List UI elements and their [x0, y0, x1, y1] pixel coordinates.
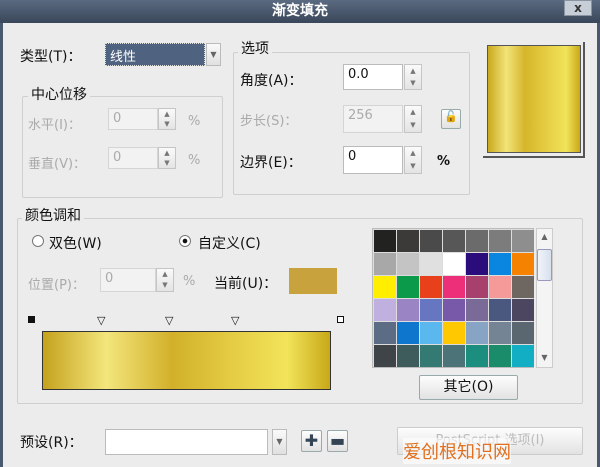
palette-swatch[interactable] — [466, 253, 488, 275]
options-title: 选项 — [238, 38, 272, 58]
palette-swatch[interactable] — [420, 253, 442, 275]
palette-swatch[interactable] — [443, 253, 465, 275]
other-button[interactable]: 其它(O) — [419, 375, 518, 400]
palette-swatch[interactable] — [374, 276, 396, 298]
steps-input[interactable]: 256 — [343, 105, 403, 133]
color-stop-marker[interactable]: ▽ — [165, 314, 173, 327]
palette-swatch[interactable] — [489, 299, 511, 321]
position-input[interactable]: 0 — [100, 268, 156, 292]
palette-swatch[interactable] — [512, 230, 534, 252]
palette-swatch[interactable] — [374, 322, 396, 344]
palette-swatch[interactable] — [443, 276, 465, 298]
horizontal-spinner[interactable]: ▲ ▼ — [158, 108, 176, 130]
palette-swatch[interactable] — [397, 276, 419, 298]
palette-swatch[interactable] — [397, 322, 419, 344]
edge-label: 边界(E)： — [240, 155, 302, 171]
vertical-input[interactable]: 0 — [108, 147, 158, 169]
gradient-bar[interactable] — [42, 331, 331, 390]
palette-swatch[interactable] — [397, 253, 419, 275]
steps-spinner[interactable]: ▲ ▼ — [404, 105, 422, 133]
angle-label: 角度(A)： — [240, 73, 303, 89]
position-unit: % — [183, 274, 196, 289]
palette-swatch[interactable] — [374, 230, 396, 252]
preset-input[interactable] — [105, 429, 268, 455]
steps-label: 步长(S)： — [240, 114, 298, 129]
palette-swatch[interactable] — [374, 299, 396, 321]
vertical-unit: % — [188, 153, 201, 168]
angle-input[interactable]: 0.0 — [343, 64, 403, 90]
palette-swatch[interactable] — [466, 230, 488, 252]
type-label: 类型(T)： — [20, 49, 82, 65]
palette-swatch[interactable] — [443, 345, 465, 367]
watermark: 爱创根知识网 — [403, 438, 511, 464]
palette-swatch[interactable] — [397, 299, 419, 321]
start-stop-marker[interactable] — [28, 316, 35, 323]
palette-swatch[interactable] — [489, 322, 511, 344]
vertical-spinner[interactable]: ▲ ▼ — [158, 147, 176, 169]
horizontal-label: 水平(I)： — [28, 118, 81, 133]
palette-swatch[interactable] — [512, 253, 534, 275]
palette-swatch[interactable] — [443, 299, 465, 321]
two-color-label: 双色(W) — [49, 236, 102, 252]
color-stop-marker[interactable]: ▽ — [231, 314, 239, 327]
edge-input[interactable]: 0 — [343, 146, 403, 174]
palette-swatch[interactable] — [512, 322, 534, 344]
vertical-label: 垂直(V)： — [28, 157, 87, 172]
palette-swatch[interactable] — [374, 253, 396, 275]
type-select[interactable]: 线性 — [105, 43, 205, 66]
current-color-swatch[interactable] — [289, 268, 337, 294]
palette-swatch[interactable] — [512, 276, 534, 298]
palette-swatch[interactable] — [420, 276, 442, 298]
palette-swatch[interactable] — [466, 299, 488, 321]
horizontal-input[interactable]: 0 — [108, 108, 158, 130]
palette-swatch[interactable] — [420, 230, 442, 252]
scroll-up-icon[interactable]: ▲ — [537, 232, 552, 241]
color-stop-marker[interactable]: ▽ — [97, 314, 105, 327]
palette-swatch[interactable] — [420, 322, 442, 344]
edge-unit: % — [437, 154, 451, 169]
end-stop-marker[interactable] — [337, 316, 344, 323]
scroll-thumb[interactable] — [537, 249, 552, 281]
palette-swatch[interactable] — [489, 345, 511, 367]
palette-swatch[interactable] — [466, 322, 488, 344]
edge-spinner[interactable]: ▲ ▼ — [404, 146, 422, 174]
position-spinner[interactable]: ▲ ▼ — [156, 268, 174, 292]
color-palette — [372, 228, 534, 368]
palette-swatch[interactable] — [466, 345, 488, 367]
add-preset-button[interactable]: ✚ — [301, 430, 322, 452]
scroll-down-icon[interactable]: ▼ — [537, 353, 552, 362]
center-offset-title: 中心位移 — [28, 84, 90, 104]
angle-spinner[interactable]: ▲ ▼ — [404, 64, 422, 90]
current-label: 当前(U)： — [214, 276, 278, 292]
preset-dropdown-button[interactable]: ▼ — [272, 429, 287, 455]
lock-icon[interactable]: 🔓 — [441, 109, 461, 129]
palette-swatch[interactable] — [397, 345, 419, 367]
palette-swatch[interactable] — [489, 230, 511, 252]
palette-swatch[interactable] — [443, 322, 465, 344]
remove-preset-button[interactable]: ▬ — [327, 430, 348, 452]
palette-swatch[interactable] — [512, 299, 534, 321]
title-bar: 渐变填充 — [0, 0, 600, 23]
palette-swatch[interactable] — [420, 345, 442, 367]
palette-swatch[interactable] — [374, 345, 396, 367]
horizontal-unit: % — [188, 114, 201, 129]
palette-swatch[interactable] — [397, 230, 419, 252]
color-blend-title: 颜色调和 — [22, 205, 84, 225]
palette-swatch[interactable] — [489, 253, 511, 275]
palette-swatch[interactable] — [466, 276, 488, 298]
custom-label: 自定义(C) — [198, 236, 261, 252]
palette-swatch[interactable] — [512, 345, 534, 367]
type-dropdown-button[interactable]: ▼ — [206, 43, 221, 66]
palette-swatch[interactable] — [420, 299, 442, 321]
palette-swatch[interactable] — [489, 276, 511, 298]
custom-radio[interactable] — [179, 235, 191, 247]
two-color-radio[interactable] — [32, 235, 44, 247]
preset-label: 预设(R)： — [20, 435, 83, 451]
gradient-preview — [487, 45, 581, 153]
close-button[interactable]: x — [564, 0, 592, 16]
palette-swatch[interactable] — [443, 230, 465, 252]
position-label: 位置(P)： — [28, 278, 85, 293]
